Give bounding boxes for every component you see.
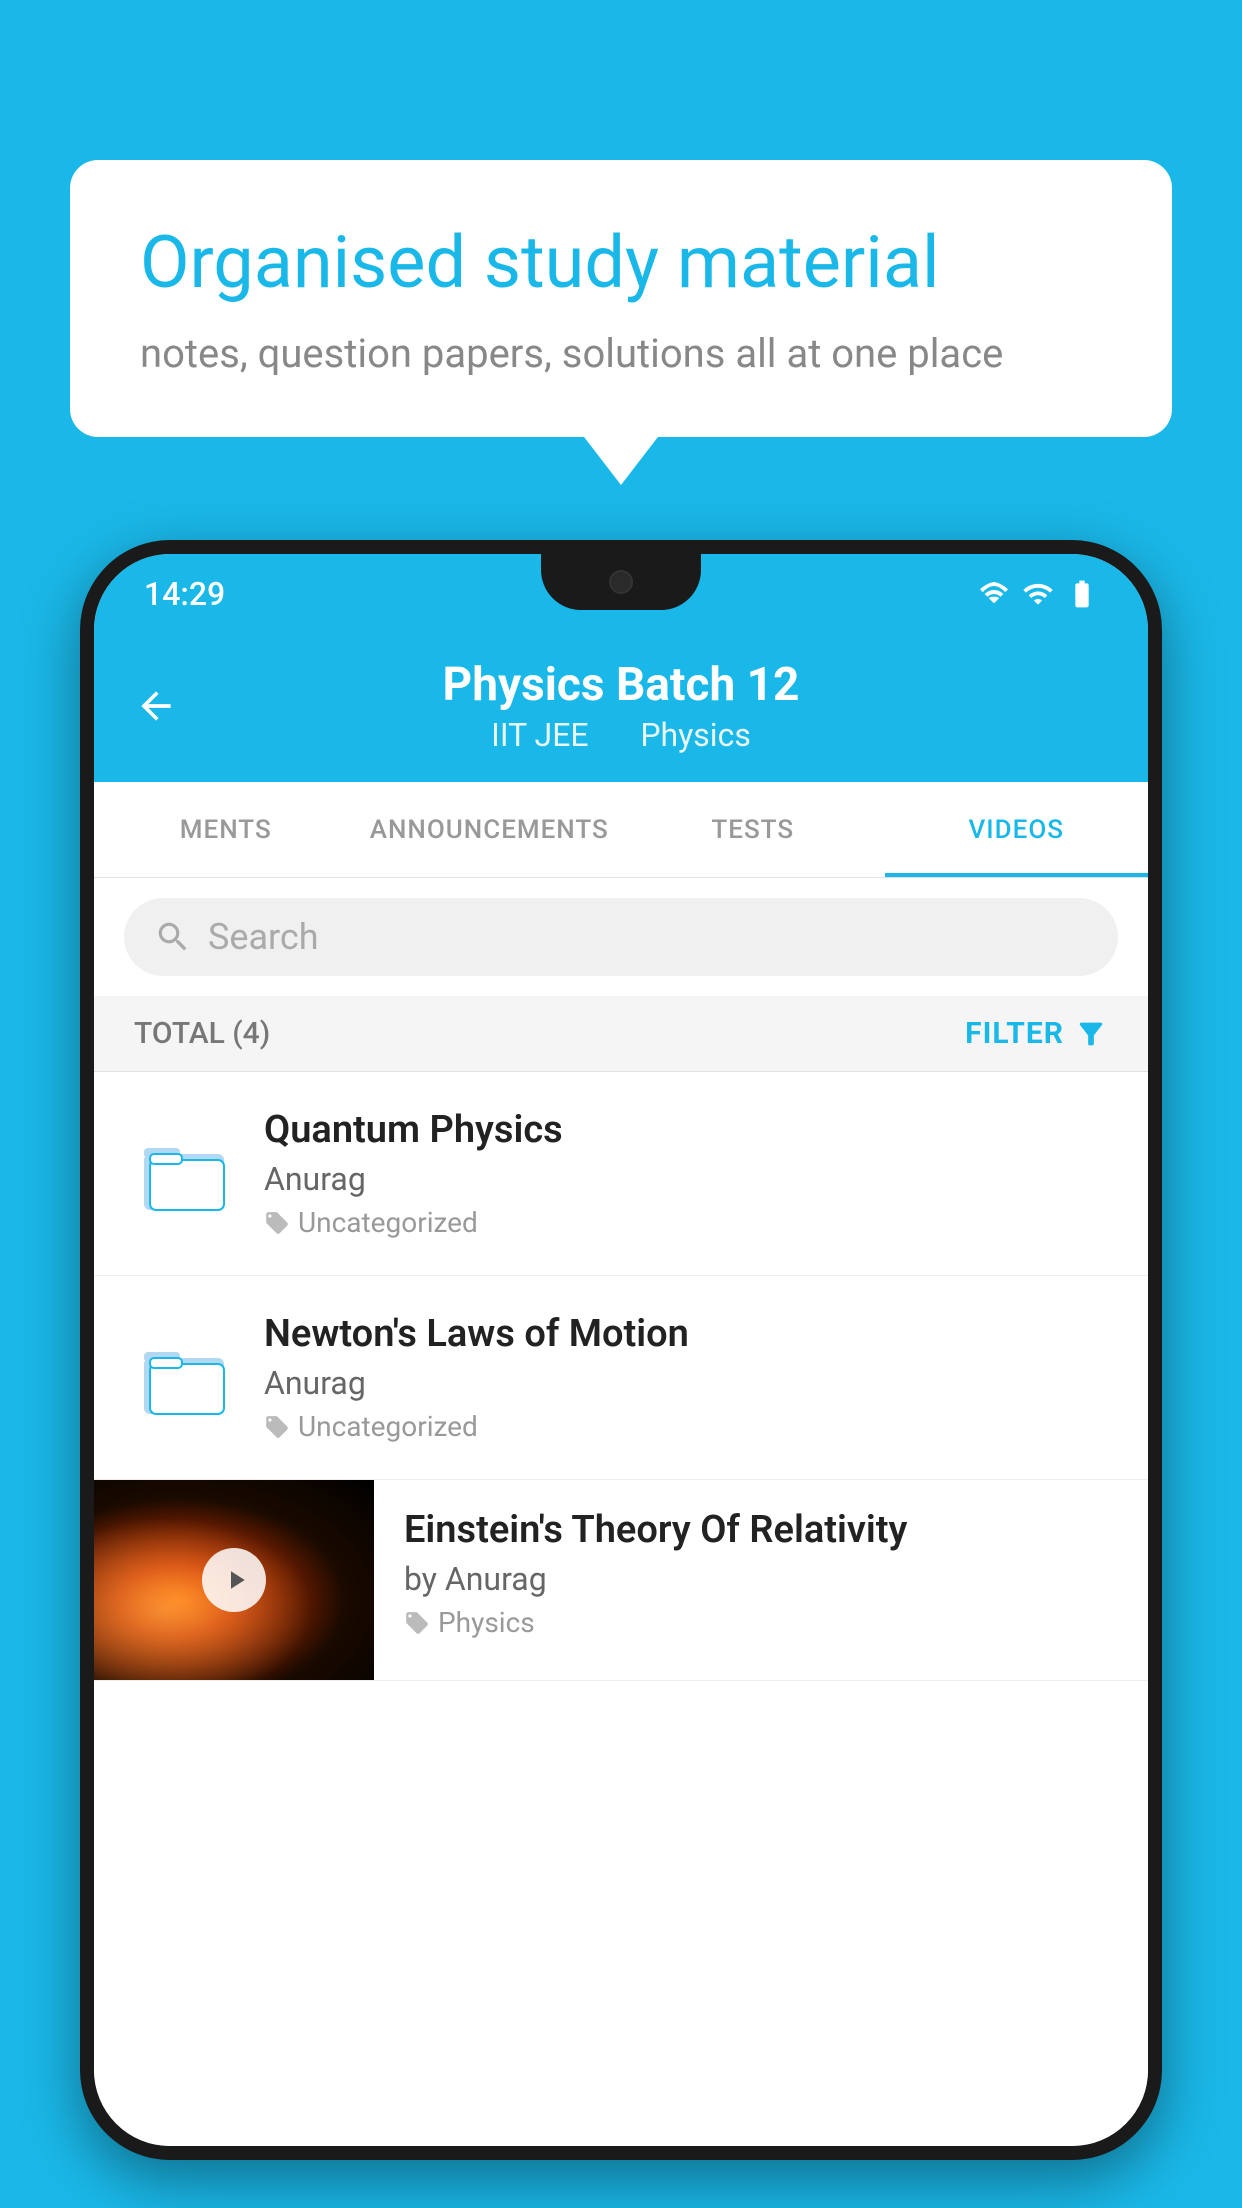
total-count: TOTAL (4) — [134, 1016, 270, 1051]
video-info: Quantum Physics Anurag Uncategorized — [264, 1108, 1108, 1239]
video-author: Anurag — [264, 1364, 1108, 1402]
folder-icon-wrap — [134, 1338, 234, 1418]
signal-icon — [1022, 578, 1054, 610]
tag-icon — [264, 1414, 290, 1440]
search-bar[interactable]: Search — [124, 898, 1118, 976]
back-button[interactable] — [134, 684, 178, 732]
list-item[interactable]: Quantum Physics Anurag Uncategorized — [94, 1072, 1148, 1276]
list-item[interactable]: Newton's Laws of Motion Anurag Uncategor… — [94, 1276, 1148, 1480]
speech-bubble-container: Organised study material notes, question… — [70, 160, 1172, 437]
tab-ments[interactable]: MENTS — [94, 782, 358, 877]
speech-bubble: Organised study material notes, question… — [70, 160, 1172, 437]
video-author: by Anurag — [404, 1560, 1118, 1598]
wifi-icon — [978, 578, 1010, 610]
list-item[interactable]: Einstein's Theory Of Relativity by Anura… — [94, 1480, 1148, 1681]
status-time: 14:29 — [144, 575, 225, 613]
back-arrow-icon — [134, 684, 178, 728]
camera — [609, 570, 633, 594]
search-icon — [154, 918, 192, 956]
folder-icon — [140, 1338, 228, 1418]
folder-icon — [140, 1134, 228, 1214]
video-title: Einstein's Theory Of Relativity — [404, 1508, 1118, 1552]
battery-icon — [1066, 578, 1098, 610]
video-author: Anurag — [264, 1160, 1108, 1198]
bubble-subtitle: notes, question papers, solutions all at… — [140, 330, 1102, 377]
filter-label: FILTER — [965, 1016, 1064, 1051]
bubble-title: Organised study material — [140, 220, 1102, 306]
tag-icon — [264, 1210, 290, 1236]
play-button[interactable] — [202, 1548, 266, 1612]
video-list: Quantum Physics Anurag Uncategorized — [94, 1072, 1148, 2146]
tab-announcements[interactable]: ANNOUNCEMENTS — [358, 782, 622, 877]
app-header: Physics Batch 12 IIT JEE Physics — [94, 634, 1148, 782]
header-title: Physics Batch 12 — [443, 658, 800, 712]
phone-screen: 14:29 — [94, 554, 1148, 2146]
status-icons — [978, 578, 1098, 610]
phone-frame: 14:29 — [80, 540, 1162, 2160]
filter-icon — [1074, 1017, 1108, 1051]
tabs-bar: MENTS ANNOUNCEMENTS TESTS VIDEOS — [94, 782, 1148, 878]
video-tag: Uncategorized — [264, 1410, 1108, 1443]
search-placeholder: Search — [208, 916, 319, 958]
tab-tests[interactable]: TESTS — [621, 782, 885, 877]
status-bar: 14:29 — [94, 554, 1148, 634]
search-container: Search — [94, 878, 1148, 996]
filter-button[interactable]: FILTER — [965, 1016, 1108, 1051]
header-subtitle: IIT JEE Physics — [481, 716, 761, 754]
screen-content: Physics Batch 12 IIT JEE Physics MENTS A… — [94, 634, 1148, 2146]
video-info: Einstein's Theory Of Relativity by Anura… — [374, 1480, 1148, 1667]
video-info: Newton's Laws of Motion Anurag Uncategor… — [264, 1312, 1108, 1443]
video-title: Quantum Physics — [264, 1108, 1108, 1152]
filter-bar: TOTAL (4) FILTER — [94, 996, 1148, 1072]
video-tag: Uncategorized — [264, 1206, 1108, 1239]
tag-icon — [404, 1610, 430, 1636]
notch — [541, 554, 701, 610]
video-thumbnail — [94, 1480, 374, 1680]
video-tag: Physics — [404, 1606, 1118, 1639]
folder-icon-wrap — [134, 1134, 234, 1214]
video-title: Newton's Laws of Motion — [264, 1312, 1108, 1356]
tab-videos[interactable]: VIDEOS — [885, 782, 1149, 877]
play-icon — [221, 1565, 251, 1595]
